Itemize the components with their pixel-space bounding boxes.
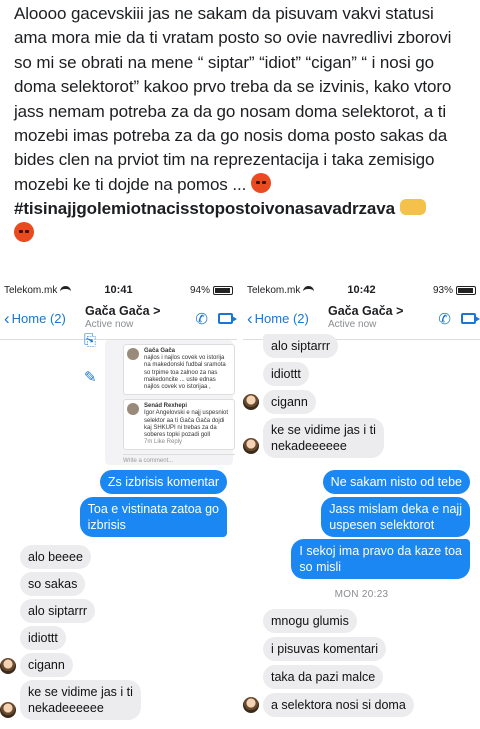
message-in: idiottt bbox=[263, 362, 309, 386]
phone-icon[interactable]: ✆ bbox=[195, 310, 208, 328]
contact-name: Gača Gača bbox=[85, 304, 150, 318]
hashtag-link[interactable]: #tisinajjgolemiotnacisstopostoivonasavad… bbox=[14, 199, 395, 218]
message-in: cigann bbox=[263, 390, 316, 414]
message-in: alo siptarrr bbox=[263, 334, 339, 358]
message-line: ke se vidime jas i ti bbox=[28, 685, 133, 699]
write-comment-field: Write a comment... bbox=[123, 454, 235, 465]
message-list: alo siptarrr idiottt cigann ke se vidime… bbox=[243, 334, 480, 729]
screenshot-right: Telekom.mk 10:42 93% ‹ Home (2) Gača Gača… bbox=[243, 282, 480, 729]
video-icon[interactable] bbox=[218, 313, 237, 324]
message-out: Toa e vistinata zatoa go izbrisis bbox=[79, 497, 227, 537]
edit-icon[interactable]: ✎ bbox=[84, 368, 97, 386]
active-status: Active now bbox=[328, 319, 377, 330]
avatar bbox=[127, 403, 139, 416]
contact-name: Gača Gača bbox=[328, 304, 393, 318]
message-out: Jass mislam deka e najj uspesen selektor… bbox=[321, 497, 470, 537]
handshake-icon bbox=[399, 199, 426, 216]
message-in: idiottt bbox=[20, 626, 66, 650]
message-in: ke se vidime jas i ti nekadeeeeee bbox=[263, 418, 384, 458]
message-list: ⎘ ✎ Gača Gača najlos i najlos covek vo i… bbox=[0, 332, 237, 729]
message-in: i pisuvas komentari bbox=[263, 637, 386, 661]
message-line: izbrisis bbox=[87, 518, 126, 532]
contact-info[interactable]: Gača Gača > Active now bbox=[85, 304, 160, 330]
message-in: cigann bbox=[20, 653, 73, 677]
chevron-left-icon: ‹ bbox=[4, 309, 10, 328]
avatar bbox=[127, 348, 139, 360]
message-line: I sekoj ima pravo da kaze toa bbox=[299, 544, 462, 558]
message-in: so sakas bbox=[20, 572, 86, 596]
post-body: Aloooo gacevskiii jas ne sakam da pisuva… bbox=[14, 4, 452, 194]
clock: 10:41 bbox=[104, 284, 133, 296]
back-label: Home (2) bbox=[11, 311, 66, 326]
message-in: taka da pazi malce bbox=[263, 665, 384, 689]
message-line: nekadeeeeee bbox=[271, 439, 347, 453]
avatar bbox=[243, 394, 259, 410]
back-button[interactable]: ‹ Home (2) bbox=[247, 310, 309, 327]
avatar bbox=[243, 438, 259, 454]
message-line: so misli bbox=[299, 560, 342, 574]
facebook-comment-screenshot: Gača Gača najlos i najlos covek vo istor… bbox=[105, 340, 235, 465]
comment-text: Igor Angelovski e najj uspesniot selekto… bbox=[144, 410, 229, 439]
phone-icon[interactable]: ✆ bbox=[438, 310, 451, 328]
comment-1: Gača Gača najlos i najlos covek vo istor… bbox=[123, 344, 235, 396]
comment-2: Senád Rexhepi Igor Angelovski e najj usp… bbox=[123, 399, 235, 451]
contact-info[interactable]: Gača Gača > Active now bbox=[328, 304, 403, 330]
back-button[interactable]: ‹ Home (2) bbox=[4, 310, 66, 327]
timestamp: MON 20:23 bbox=[334, 589, 389, 600]
message-line: Jass mislam deka e najj bbox=[329, 502, 462, 516]
active-status: Active now bbox=[85, 319, 134, 330]
message-in: mnogu glumis bbox=[263, 609, 357, 633]
chevron-right-icon: > bbox=[396, 304, 404, 318]
message-out: Ne sakam nisto od tebe bbox=[322, 470, 470, 494]
angry-face-icon bbox=[250, 172, 271, 193]
back-label: Home (2) bbox=[254, 311, 309, 326]
message-out: Zs izbrisis komentar bbox=[99, 470, 227, 494]
message-in: ke se vidime jas i ti nekadeeeeee bbox=[20, 680, 141, 720]
avatar bbox=[0, 702, 16, 718]
chevron-right-icon: > bbox=[153, 304, 161, 318]
chevron-left-icon: ‹ bbox=[247, 309, 253, 328]
share-icon[interactable]: ⎘ bbox=[84, 332, 96, 349]
message-line: nekadeeeeee bbox=[28, 701, 104, 715]
status-bar: Telekom.mk 10:41 94% bbox=[0, 282, 237, 298]
comment-author: Senád Rexhepi bbox=[144, 403, 188, 410]
video-icon[interactable] bbox=[461, 313, 480, 324]
avatar bbox=[243, 697, 259, 713]
comment-meta: 7m Like Reply bbox=[144, 439, 183, 446]
message-out: I sekoj ima pravo da kaze toa so misli bbox=[291, 539, 470, 579]
post-text: Aloooo gacevskiii jas ne sakam da pisuva… bbox=[14, 2, 466, 246]
angry-face-icon bbox=[14, 221, 34, 242]
comment-text: najlos i najlos covek vo istorija na mak… bbox=[144, 355, 226, 391]
message-in: a selektora nosi si doma bbox=[263, 693, 414, 717]
chat-header: ‹ Home (2) Gača Gača > Active now ✆ bbox=[0, 298, 237, 340]
avatar bbox=[0, 658, 16, 674]
message-line: uspesen selektorot bbox=[329, 518, 435, 532]
comment-author: Gača Gača bbox=[144, 348, 176, 354]
message-line: Toa e vistinata zatoa go bbox=[87, 502, 219, 516]
status-bar: Telekom.mk 10:42 93% bbox=[243, 282, 480, 298]
message-in: alo siptarrr bbox=[20, 599, 96, 623]
screenshot-left: Telekom.mk 10:41 94% ‹ Home (2) Gača Gača… bbox=[0, 282, 237, 729]
clock: 10:42 bbox=[347, 284, 376, 296]
message-in: alo beeee bbox=[20, 545, 91, 569]
message-line: ke se vidime jas i ti bbox=[271, 423, 376, 437]
